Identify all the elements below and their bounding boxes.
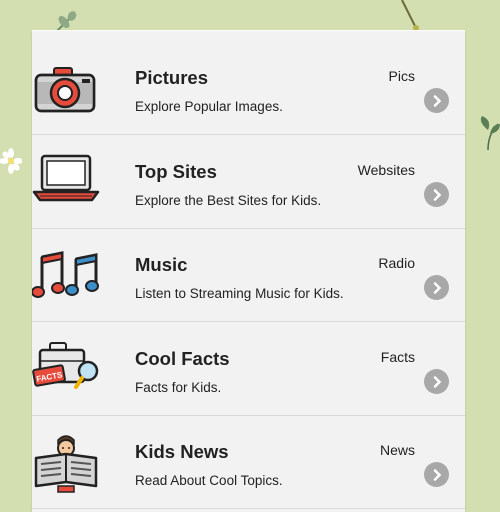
menu-item-description: Explore Popular Images. — [135, 99, 283, 114]
chevron-right-icon[interactable] — [424, 369, 449, 394]
chevron-right-icon[interactable] — [424, 462, 449, 487]
menu-item-description: Listen to Streaming Music for Kids. — [135, 286, 344, 301]
twig-decoration — [401, 0, 419, 31]
laptop-icon — [32, 154, 100, 202]
menu-item-title: Kids News — [135, 441, 229, 462]
menu-item-title: Top Sites — [135, 161, 217, 182]
chevron-right-icon[interactable] — [424, 88, 449, 113]
daisy-decoration — [0, 148, 22, 174]
leaf-decoration — [480, 116, 500, 150]
menu-item-music[interactable]: Music Listen to Streaming Music for Kids… — [32, 229, 465, 322]
menu-list: Pictures Explore Popular Images. Pics To… — [32, 32, 465, 512]
menu-item-description: Read About Cool Topics. — [135, 473, 283, 488]
music-notes-icon — [32, 251, 99, 298]
menu-item-description: Facts for Kids. — [135, 380, 222, 395]
menu-item-top-sites[interactable]: Top Sites Explore the Best Sites for Kid… — [32, 136, 465, 229]
chevron-right-icon[interactable] — [424, 182, 449, 207]
menu-item-tag: Pics — [388, 68, 415, 84]
menu-item-title: Music — [135, 254, 188, 275]
facts-briefcase-icon: FACTS — [32, 342, 99, 389]
menu-item-title: Pictures — [135, 67, 209, 88]
menu-item-title: Cool Facts — [135, 348, 230, 369]
menu-item-tag: Radio — [378, 255, 415, 271]
menu-item-tag: News — [379, 442, 415, 458]
newspaper-reader-icon — [34, 435, 98, 493]
menu-item-tag: Websites — [357, 162, 415, 178]
menu-item-cool-facts[interactable]: FACTS Cool Facts Facts for Kids. Facts — [32, 323, 465, 416]
menu-item-description: Explore the Best Sites for Kids. — [135, 193, 322, 208]
chevron-right-icon[interactable] — [424, 275, 449, 300]
camera-icon — [34, 67, 96, 113]
menu-item-kids-news[interactable]: Kids News Read About Cool Topics. News — [32, 416, 465, 509]
menu-item-pictures[interactable]: Pictures Explore Popular Images. Pics — [32, 42, 465, 135]
menu-item-tag: Facts — [380, 349, 415, 365]
